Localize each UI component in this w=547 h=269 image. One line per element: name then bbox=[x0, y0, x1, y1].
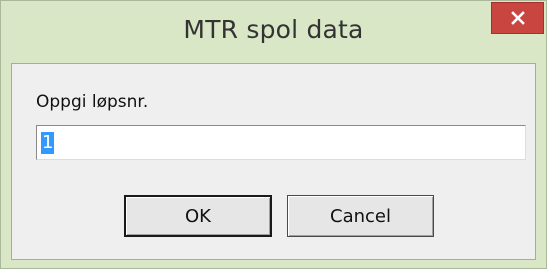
close-button[interactable] bbox=[491, 2, 544, 34]
title-bar[interactable]: MTR spol data bbox=[1, 1, 546, 63]
cancel-button[interactable]: Cancel bbox=[287, 195, 434, 237]
run-number-input[interactable]: 1 bbox=[36, 125, 526, 160]
close-icon bbox=[510, 11, 525, 25]
dialog-body: Oppgi løpsnr. 1 OK Cancel bbox=[11, 63, 536, 260]
window-title: MTR spol data bbox=[183, 15, 364, 44]
prompt-label: Oppgi løpsnr. bbox=[36, 92, 149, 112]
ok-button[interactable]: OK bbox=[124, 195, 272, 237]
dialog-window: MTR spol data Oppgi løpsnr. 1 OK Cancel bbox=[0, 0, 547, 269]
input-selected-text[interactable]: 1 bbox=[41, 131, 55, 154]
